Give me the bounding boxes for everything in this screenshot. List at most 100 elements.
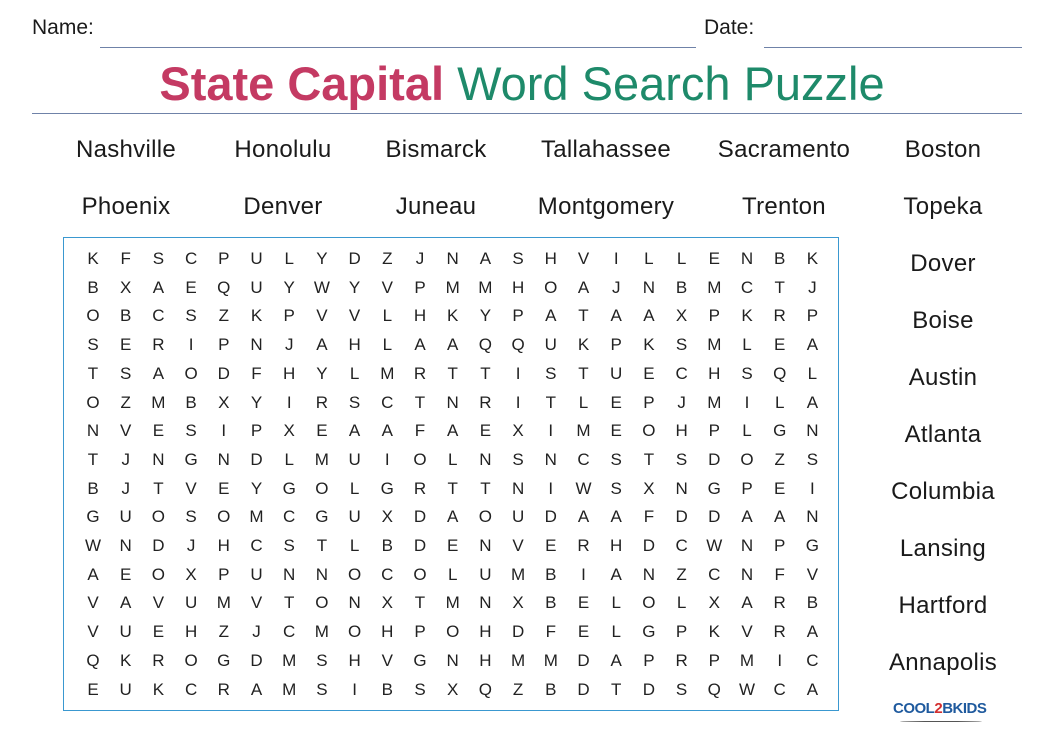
grid-letter[interactable]: N xyxy=(503,479,533,499)
grid-letter[interactable]: G xyxy=(634,622,664,642)
grid-letter[interactable]: X xyxy=(176,565,206,585)
grid-letter[interactable]: S xyxy=(667,450,697,470)
grid-letter[interactable]: L xyxy=(634,249,664,269)
grid-letter[interactable]: O xyxy=(732,450,762,470)
grid-letter[interactable]: O xyxy=(78,306,108,326)
grid-letter[interactable]: L xyxy=(601,593,631,613)
grid-letter[interactable]: L xyxy=(438,565,468,585)
grid-letter[interactable]: Q xyxy=(699,680,729,700)
grid-letter[interactable]: Q xyxy=(209,278,239,298)
grid-letter[interactable]: I xyxy=(372,450,402,470)
grid-letter[interactable]: V xyxy=(372,278,402,298)
grid-letter[interactable]: P xyxy=(699,306,729,326)
grid-letter[interactable]: G xyxy=(699,479,729,499)
grid-letter[interactable]: V xyxy=(176,479,206,499)
grid-letter[interactable]: S xyxy=(143,249,173,269)
grid-letter[interactable]: G xyxy=(765,421,795,441)
grid-letter[interactable]: W xyxy=(732,680,762,700)
grid-letter[interactable]: R xyxy=(143,651,173,671)
grid-letter[interactable]: U xyxy=(340,507,370,527)
grid-letter[interactable]: V xyxy=(569,249,599,269)
grid-letter[interactable]: A xyxy=(732,507,762,527)
grid-letter[interactable]: Y xyxy=(242,479,272,499)
grid-letter[interactable]: O xyxy=(176,364,206,384)
grid-letter[interactable]: N xyxy=(732,536,762,556)
grid-letter[interactable]: L xyxy=(797,364,827,384)
grid-letter[interactable]: P xyxy=(209,249,239,269)
grid-letter[interactable]: R xyxy=(405,479,435,499)
grid-letter[interactable]: S xyxy=(307,680,337,700)
grid-letter[interactable]: L xyxy=(438,450,468,470)
grid-letter[interactable]: K xyxy=(732,306,762,326)
grid-letter[interactable]: A xyxy=(372,421,402,441)
grid-letter[interactable]: M xyxy=(536,651,566,671)
grid-letter[interactable]: N xyxy=(732,565,762,585)
grid-letter[interactable]: H xyxy=(274,364,304,384)
grid-letter[interactable]: C xyxy=(143,306,173,326)
grid-letter[interactable]: R xyxy=(143,335,173,355)
grid-letter[interactable]: K xyxy=(111,651,141,671)
grid-letter[interactable]: A xyxy=(340,421,370,441)
grid-letter[interactable]: B xyxy=(536,680,566,700)
grid-letter[interactable]: M xyxy=(470,278,500,298)
grid-letter[interactable]: Y xyxy=(274,278,304,298)
grid-letter[interactable]: M xyxy=(699,335,729,355)
grid-letter[interactable]: N xyxy=(634,565,664,585)
grid-letter[interactable]: Z xyxy=(503,680,533,700)
grid-letter[interactable]: S xyxy=(307,651,337,671)
grid-letter[interactable]: R xyxy=(405,364,435,384)
grid-letter[interactable]: N xyxy=(274,565,304,585)
grid-letter[interactable]: C xyxy=(372,565,402,585)
grid-letter[interactable]: T xyxy=(274,593,304,613)
grid-letter[interactable]: U xyxy=(601,364,631,384)
grid-letter[interactable]: H xyxy=(699,364,729,384)
grid-letter[interactable]: A xyxy=(438,335,468,355)
grid-letter[interactable]: Z xyxy=(765,450,795,470)
grid-letter[interactable]: P xyxy=(405,622,435,642)
grid-letter[interactable]: Q xyxy=(78,651,108,671)
grid-letter[interactable]: J xyxy=(405,249,435,269)
grid-letter[interactable]: L xyxy=(765,393,795,413)
grid-letter[interactable]: I xyxy=(765,651,795,671)
grid-letter[interactable]: L xyxy=(274,450,304,470)
grid-letter[interactable]: I xyxy=(503,393,533,413)
grid-letter[interactable]: O xyxy=(307,593,337,613)
grid-letter[interactable]: R xyxy=(765,622,795,642)
grid-letter[interactable]: C xyxy=(765,680,795,700)
grid-letter[interactable]: M xyxy=(503,651,533,671)
grid-letter[interactable]: Z xyxy=(111,393,141,413)
grid-letter[interactable]: V xyxy=(143,593,173,613)
grid-letter[interactable]: N xyxy=(438,393,468,413)
grid-letter[interactable]: U xyxy=(242,565,272,585)
grid-letter[interactable]: M xyxy=(242,507,272,527)
grid-letter[interactable]: P xyxy=(242,421,272,441)
grid-letter[interactable]: X xyxy=(503,593,533,613)
grid-letter[interactable]: L xyxy=(372,335,402,355)
grid-letter[interactable]: E xyxy=(111,565,141,585)
grid-letter[interactable]: T xyxy=(78,364,108,384)
grid-letter[interactable]: N xyxy=(143,450,173,470)
grid-letter[interactable]: D xyxy=(503,622,533,642)
grid-letter[interactable]: M xyxy=(438,278,468,298)
grid-letter[interactable]: T xyxy=(143,479,173,499)
grid-letter[interactable]: N xyxy=(667,479,697,499)
grid-letter[interactable]: X xyxy=(503,421,533,441)
grid-letter[interactable]: E xyxy=(569,593,599,613)
grid-letter[interactable]: S xyxy=(601,479,631,499)
grid-letter[interactable]: Q xyxy=(765,364,795,384)
grid-letter[interactable]: Y xyxy=(307,249,337,269)
grid-letter[interactable]: N xyxy=(438,651,468,671)
grid-letter[interactable]: T xyxy=(569,306,599,326)
grid-letter[interactable]: L xyxy=(732,335,762,355)
grid-letter[interactable]: A xyxy=(634,306,664,326)
grid-letter[interactable]: N xyxy=(438,249,468,269)
grid-letter[interactable]: W xyxy=(78,536,108,556)
grid-letter[interactable]: V xyxy=(111,421,141,441)
grid-letter[interactable]: O xyxy=(438,622,468,642)
grid-letter[interactable]: B xyxy=(78,278,108,298)
grid-letter[interactable]: T xyxy=(601,680,631,700)
grid-letter[interactable]: T xyxy=(470,364,500,384)
grid-letter[interactable]: E xyxy=(176,278,206,298)
grid-letter[interactable]: D xyxy=(569,651,599,671)
grid-letter[interactable]: L xyxy=(667,593,697,613)
